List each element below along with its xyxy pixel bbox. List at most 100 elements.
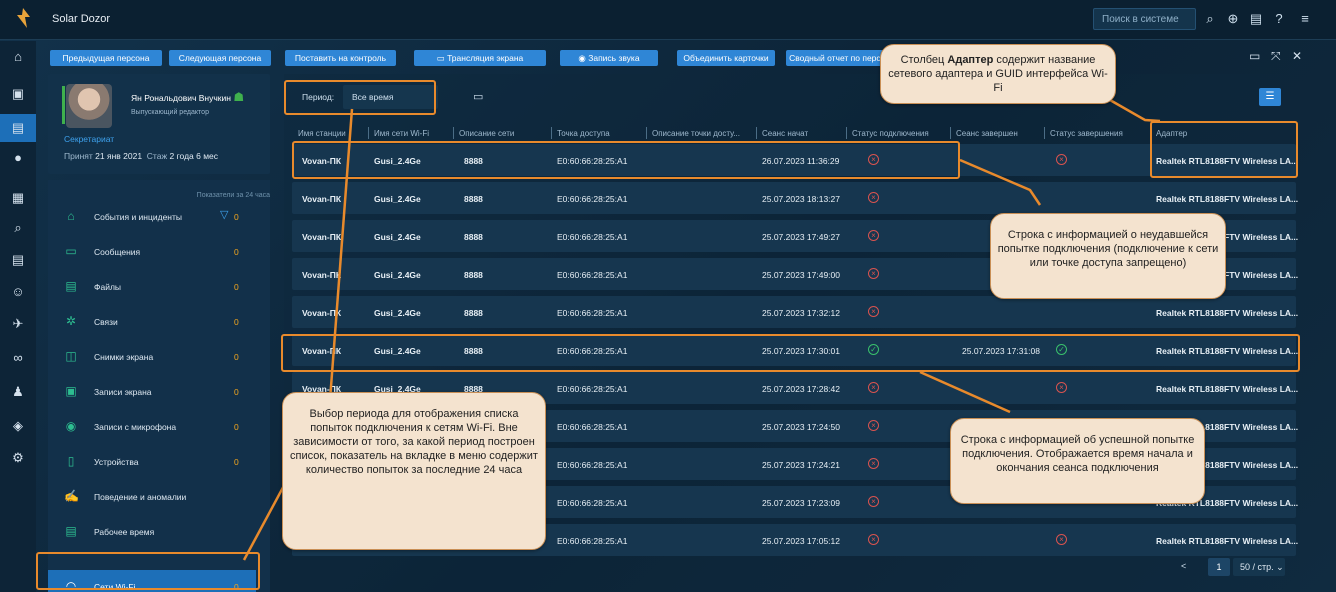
menu-item[interactable]: ▣ Записи экрана 0: [48, 375, 256, 408]
current-page[interactable]: 1: [1208, 558, 1230, 576]
tags-icon[interactable]: ◈: [0, 412, 36, 440]
agents-icon[interactable]: ☺: [0, 278, 36, 306]
menu-item[interactable]: ◉ Записи с микрофона 0: [48, 410, 256, 443]
column-separator[interactable]: [646, 127, 647, 139]
messages-icon: ▭: [65, 244, 77, 258]
column-separator[interactable]: [950, 127, 951, 139]
work-time-icon: ▤: [65, 524, 77, 538]
security-icon[interactable]: ●: [0, 144, 36, 172]
menu-item-label: Устройства: [94, 457, 139, 467]
search-nav-icon[interactable]: ⌕: [0, 214, 36, 242]
menu-item-label: Рабочее время: [94, 527, 155, 537]
column-header[interactable]: Статус завершения: [1050, 129, 1123, 138]
person-accounting: Принят 21 янв 2021 Стаж 2 года 6 мес: [64, 151, 218, 161]
column-header[interactable]: Имя станции: [298, 129, 346, 138]
prev-page-button[interactable]: <: [1181, 561, 1186, 571]
menu-item[interactable]: ▤ Рабочее время: [48, 515, 256, 548]
prev-person-button[interactable]: Предыдущая персона: [50, 50, 162, 66]
column-header[interactable]: Описание точки досту...: [652, 129, 740, 138]
menu-item[interactable]: ✲ Связи 0: [48, 305, 256, 338]
cell-adapter: Realtek RTL8188FTV Wireless LA...: [1156, 346, 1299, 356]
globe-icon[interactable]: ⊕: [1224, 10, 1242, 28]
column-separator[interactable]: [1150, 127, 1151, 139]
column-header[interactable]: Имя сети Wi-Fi: [374, 129, 429, 138]
search-input[interactable]: Поиск в системе: [1093, 8, 1196, 30]
screen-record-icon: ▣: [65, 384, 77, 398]
column-separator[interactable]: [551, 127, 552, 139]
dashboard-icon[interactable]: ▣: [0, 80, 36, 108]
table-header: Имя станции Имя сети Wi-Fi Описание сети То…: [292, 124, 1296, 144]
toolbar: Предыдущая персона Следующая персона Пос…: [36, 41, 1336, 69]
menu-item[interactable]: ▭ Сообщения 0: [48, 235, 256, 268]
window-icon[interactable]: ▭: [1249, 49, 1260, 63]
settings-icon[interactable]: ⚙: [0, 444, 36, 472]
menu-item-label: Поведение и аномалии: [94, 492, 187, 502]
close-icon[interactable]: ✕: [1292, 49, 1302, 63]
routes-icon[interactable]: ✈: [0, 310, 36, 338]
menu-item-count: 0: [234, 457, 239, 467]
menu-item-count: 0: [234, 317, 239, 327]
menu-item[interactable]: ▤ Файлы 0: [48, 270, 256, 303]
period-callout: Выбор периода для отображения списка поп…: [282, 392, 546, 550]
person-department[interactable]: Секретариат: [64, 134, 114, 144]
column-header[interactable]: Описание сети: [459, 129, 514, 138]
menu-item[interactable]: ◫ Снимки экрана 0: [48, 340, 256, 373]
table-row[interactable]: Vovan-ПК Gusi_2.4Ge 8888 E0:60:66:28:25:A1 2…: [292, 144, 1298, 176]
sound-record-button[interactable]: ◉ Запись звука: [560, 50, 658, 66]
user-menu-icon[interactable]: ≡: [1296, 10, 1314, 28]
cell-ssid: Gusi_2.4Ge: [374, 156, 421, 166]
menu-item-label: Снимки экрана: [94, 352, 154, 362]
column-header[interactable]: Статус подключения: [852, 129, 929, 138]
expand-icon[interactable]: ⤧: [1271, 49, 1281, 64]
period-select[interactable]: Все время ▭: [343, 85, 483, 109]
users-icon[interactable]: ♟: [0, 378, 36, 406]
binoculars-icon[interactable]: ∞: [0, 344, 36, 372]
success-status-icon: ✓: [1056, 344, 1067, 355]
persons-icon[interactable]: ▤: [0, 114, 36, 142]
filter-icon[interactable]: ▽: [220, 208, 228, 221]
cell-adapter: Realtek RTL8188FTV Wireless LA...: [1156, 308, 1299, 318]
adapter-callout-bold: Адаптер: [947, 54, 994, 66]
cell-station: Vovan-ПК: [302, 270, 342, 280]
column-settings-button[interactable]: ☰: [1259, 88, 1281, 106]
search-icon[interactable]: ⌕: [1201, 10, 1219, 28]
column-separator[interactable]: [368, 127, 369, 139]
document-icon[interactable]: ▤: [1247, 10, 1265, 28]
screen-stream-button[interactable]: ▭ Трансляция экрана: [414, 50, 546, 66]
fail-status-icon: ×: [868, 420, 879, 431]
cell-station: Vovan-ПК: [302, 156, 342, 166]
table-row[interactable]: Vovan-ПК Gusi_2.4Ge 8888 E0:60:66:28:25:A1 2…: [292, 334, 1299, 366]
next-person-button[interactable]: Следующая персона: [169, 50, 271, 66]
column-separator[interactable]: [756, 127, 757, 139]
cell-start: 25.07.2023 17:24:21: [762, 460, 840, 470]
menu-item[interactable]: ✍ Поведение и аномалии: [48, 480, 256, 513]
tenure-label: Стаж: [146, 151, 168, 161]
help-icon[interactable]: ?: [1270, 10, 1288, 28]
monitor-button[interactable]: Поставить на контроль: [285, 50, 396, 66]
cell-desc: 8888: [464, 156, 483, 166]
column-separator[interactable]: [1044, 127, 1045, 139]
success-status-icon: ✓: [868, 344, 879, 355]
page-size-select[interactable]: 50 / стр. ⌄: [1233, 558, 1285, 576]
column-separator[interactable]: [453, 127, 454, 139]
menu-item[interactable]: ⌂ События и инциденты 0 ▽: [48, 200, 256, 233]
menu-item[interactable]: ▯ Устройства 0: [48, 445, 256, 478]
table-row[interactable]: Vovan-ПК Gusi_2.4Ge 8888 E0:60:66:28:25:A1 2…: [292, 182, 1298, 214]
merge-cards-button[interactable]: Объединить карточки: [677, 50, 775, 66]
files-icon: ▤: [65, 279, 77, 293]
top-bar: Solar Dozor Поиск в системе ⌕ ⊕ ▤ ? ≡: [0, 0, 1336, 40]
person-name[interactable]: Ян Рональдович Внучкин ☗: [131, 90, 244, 104]
menu-header: Показатели за 24 часа: [196, 192, 270, 199]
menu-item[interactable]: ◠ Сети Wi-Fi 0: [48, 570, 256, 592]
calendar-icon[interactable]: ▦: [0, 184, 36, 212]
reports-icon[interactable]: ▤: [0, 246, 36, 274]
home-icon[interactable]: ⌂: [0, 43, 36, 71]
cell-ap: E0:60:66:28:25:A1: [557, 232, 628, 242]
column-header[interactable]: Сеанс завершен: [956, 129, 1018, 138]
column-separator[interactable]: [846, 127, 847, 139]
column-header[interactable]: Точка доступа: [557, 129, 610, 138]
column-header[interactable]: Сеанс начат: [762, 129, 808, 138]
column-header[interactable]: Адаптер: [1156, 129, 1187, 138]
page-size-value: 50 / стр.: [1240, 562, 1274, 572]
table-row[interactable]: Vovan-ПК Gusi_2.4Ge 8888 E0:60:66:28:25:A1 2…: [292, 296, 1299, 328]
